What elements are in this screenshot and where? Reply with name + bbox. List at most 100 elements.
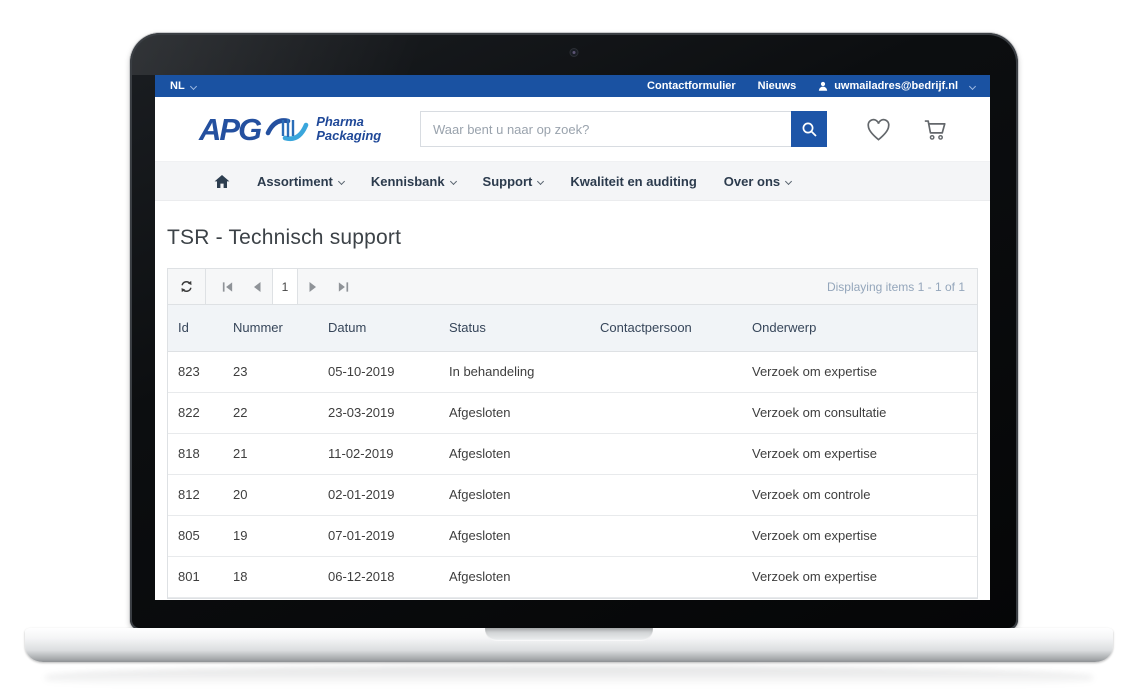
cell-id: 823 <box>168 351 223 392</box>
search-box <box>420 111 827 147</box>
cell-contactpersoon <box>590 392 742 433</box>
cell-id: 801 <box>168 556 223 597</box>
cell-datum: 06-12-2018 <box>318 556 439 597</box>
next-page-icon <box>308 281 318 293</box>
cell-id: 812 <box>168 474 223 515</box>
cell-onderwerp: Verzoek om expertise <box>742 556 977 597</box>
cell-nummer: 21 <box>223 433 318 474</box>
cell-status: Afgesloten <box>439 433 590 474</box>
table-row[interactable]: 801 18 06-12-2018 Afgesloten Verzoek om … <box>168 556 977 597</box>
nav-item-label: Kwaliteit en auditing <box>570 174 696 189</box>
table-row[interactable]: 822 22 23-03-2019 Afgesloten Verzoek om … <box>168 392 977 433</box>
cell-status: In behandeling <box>439 351 590 392</box>
home-icon <box>214 174 230 189</box>
cell-nummer: 19 <box>223 515 318 556</box>
table-row[interactable]: 818 21 11-02-2019 Afgesloten Verzoek om … <box>168 433 977 474</box>
wishlist-heart-icon[interactable] <box>865 117 892 142</box>
cell-datum: 07-01-2019 <box>318 515 439 556</box>
column-header-datum[interactable]: Datum <box>318 305 439 351</box>
nav-item-support[interactable]: Support <box>483 174 544 189</box>
page-content: TSR - Technisch support <box>155 226 990 599</box>
search-button[interactable] <box>791 111 827 147</box>
column-header-nummer[interactable]: Nummer <box>223 305 318 351</box>
logo[interactable]: APG Pharma Packaging <box>199 112 420 146</box>
logo-tagline: Pharma Packaging <box>316 115 381 143</box>
cell-onderwerp: Verzoek om expertise <box>742 515 977 556</box>
refresh-button[interactable] <box>168 269 206 304</box>
chevron-down-icon <box>190 82 197 89</box>
tsr-table: Id Nummer Datum Status Contactpersoon On… <box>168 305 977 598</box>
cell-contactpersoon <box>590 556 742 597</box>
cell-id: 805 <box>168 515 223 556</box>
webcam-icon <box>571 49 578 56</box>
cell-status: Afgesloten <box>439 556 590 597</box>
nav-item-assortiment[interactable]: Assortiment <box>257 174 344 189</box>
cell-nummer: 23 <box>223 351 318 392</box>
tsr-grid: 1 <box>167 268 978 599</box>
cell-contactpersoon <box>590 474 742 515</box>
cell-id: 822 <box>168 392 223 433</box>
cell-datum: 02-01-2019 <box>318 474 439 515</box>
refresh-icon <box>179 279 194 294</box>
laptop-reflection <box>45 666 1093 690</box>
search-input[interactable] <box>420 111 791 147</box>
cell-datum: 11-02-2019 <box>318 433 439 474</box>
cell-onderwerp: Verzoek om expertise <box>742 351 977 392</box>
cart-icon[interactable] <box>922 117 949 142</box>
table-row[interactable]: 823 23 05-10-2019 In behandeling Verzoek… <box>168 351 977 392</box>
cell-status: Afgesloten <box>439 474 590 515</box>
column-header-contactpersoon[interactable]: Contactpersoon <box>590 305 742 351</box>
table-row[interactable]: 805 19 07-01-2019 Afgesloten Verzoek om … <box>168 515 977 556</box>
nav-item-over-ons[interactable]: Over ons <box>724 174 791 189</box>
pager-last-button[interactable] <box>328 281 358 293</box>
cell-datum: 05-10-2019 <box>318 351 439 392</box>
nav-item-label: Kennisbank <box>371 174 445 189</box>
current-page[interactable]: 1 <box>272 269 298 304</box>
cell-status: Afgesloten <box>439 392 590 433</box>
grid-toolbar: 1 <box>168 269 977 305</box>
logo-tagline-line1: Pharma <box>316 115 381 129</box>
nav-home-button[interactable] <box>214 174 230 189</box>
nav-item-kwaliteit-en-auditing[interactable]: Kwaliteit en auditing <box>570 174 696 189</box>
browser-viewport: NL Contactformulier Nieuws uwmailadres@b… <box>155 75 990 600</box>
search-icon <box>801 121 818 138</box>
column-header-id[interactable]: Id <box>168 305 223 351</box>
main-nav: Assortiment Kennisbank Support Kwaliteit… <box>155 161 990 201</box>
cell-status: Afgesloten <box>439 515 590 556</box>
page-title: TSR - Technisch support <box>167 226 978 250</box>
pager-prev-button[interactable] <box>242 281 272 293</box>
nav-item-kennisbank[interactable]: Kennisbank <box>371 174 456 189</box>
nav-item-label: Over ons <box>724 174 780 189</box>
laptop-base <box>25 628 1113 662</box>
chevron-down-icon <box>537 177 544 184</box>
cell-nummer: 20 <box>223 474 318 515</box>
dna-swirl-icon <box>264 112 310 146</box>
table-row[interactable]: 812 20 02-01-2019 Afgesloten Verzoek om … <box>168 474 977 515</box>
chevron-down-icon <box>338 177 345 184</box>
language-selector[interactable]: NL <box>170 80 196 92</box>
cell-nummer: 18 <box>223 556 318 597</box>
grid-status-text: Displaying items 1 - 1 of 1 <box>827 280 965 294</box>
chevron-down-icon <box>450 177 457 184</box>
nav-item-label: Assortiment <box>257 174 333 189</box>
logo-wordmark: APG <box>199 114 260 145</box>
seek-first-icon <box>221 281 234 293</box>
topbar-link-nieuws[interactable]: Nieuws <box>758 80 797 92</box>
account-email: uwmailadres@bedrijf.nl <box>834 80 958 92</box>
cell-onderwerp: Verzoek om expertise <box>742 433 977 474</box>
cell-datum: 23-03-2019 <box>318 392 439 433</box>
nav-item-label: Support <box>483 174 533 189</box>
topbar: NL Contactformulier Nieuws uwmailadres@b… <box>155 75 990 97</box>
cell-contactpersoon <box>590 351 742 392</box>
chevron-down-icon <box>969 82 976 89</box>
column-header-status[interactable]: Status <box>439 305 590 351</box>
account-menu[interactable]: uwmailadres@bedrijf.nl <box>818 80 975 92</box>
cell-id: 818 <box>168 433 223 474</box>
person-icon <box>818 81 828 91</box>
topbar-link-contactformulier[interactable]: Contactformulier <box>647 80 736 92</box>
cell-onderwerp: Verzoek om consultatie <box>742 392 977 433</box>
chevron-down-icon <box>785 177 792 184</box>
column-header-onderwerp[interactable]: Onderwerp <box>742 305 977 351</box>
pager-first-button[interactable] <box>212 281 242 293</box>
pager-next-button[interactable] <box>298 281 328 293</box>
